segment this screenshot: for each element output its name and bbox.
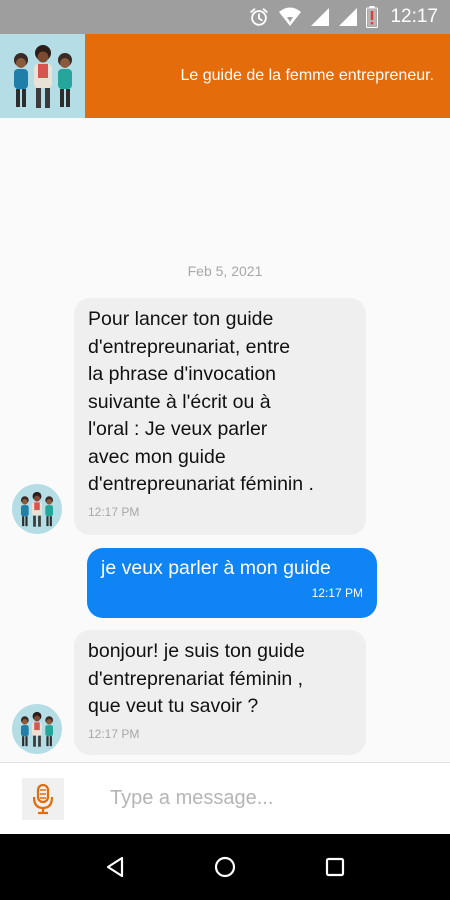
message-timestamp: 12:17 PM xyxy=(88,726,140,741)
home-icon xyxy=(214,856,236,878)
bot-avatar[interactable] xyxy=(12,704,62,754)
microphone-button[interactable] xyxy=(22,777,64,820)
signal-icon xyxy=(339,8,358,26)
date-separator: Feb 5, 2021 xyxy=(187,263,263,279)
group-of-women-icon xyxy=(20,711,54,747)
back-button[interactable] xyxy=(95,847,135,887)
group-of-women-icon xyxy=(13,45,72,108)
message-text: bonjour! je suis ton guide d'entreprenar… xyxy=(88,640,305,717)
signal-icon xyxy=(311,8,330,26)
incoming-message[interactable]: Pour lancer ton guide d'entrepreunariat,… xyxy=(74,298,366,535)
alarm-icon xyxy=(250,8,269,26)
microphone-icon xyxy=(32,783,54,814)
battery-alert-icon xyxy=(366,6,379,28)
outgoing-message[interactable]: je veux parler à mon guide 12:17 PM xyxy=(87,548,377,618)
header-title: Le guide de la femme entrepreneur. xyxy=(180,67,435,84)
status-bar: 12:17 xyxy=(0,0,450,34)
status-icons: 12:17 xyxy=(248,6,438,28)
message-timestamp: 12:17 PM xyxy=(88,504,140,519)
group-of-women-icon xyxy=(20,491,54,527)
recents-icon xyxy=(325,857,345,877)
wifi-icon xyxy=(279,7,302,26)
incoming-message[interactable]: bonjour! je suis ton guide d'entreprenar… xyxy=(74,630,366,755)
home-button[interactable] xyxy=(205,847,245,887)
app-header: Le guide de la femme entrepreneur. xyxy=(0,34,450,118)
chat-thread[interactable]: Feb 5, 2021 Pour lancer ton guide d'entr… xyxy=(0,118,450,762)
message-timestamp: 12:17 PM xyxy=(311,586,363,600)
message-composer xyxy=(0,762,450,834)
system-nav-bar xyxy=(0,834,450,900)
back-icon xyxy=(106,856,124,878)
status-time: 12:17 xyxy=(390,6,438,27)
message-text: je veux parler à mon guide xyxy=(101,557,331,579)
message-text: Pour lancer ton guide d'entrepreunariat,… xyxy=(88,308,314,495)
message-input[interactable] xyxy=(110,787,410,810)
recents-button[interactable] xyxy=(315,847,355,887)
bot-avatar[interactable] xyxy=(12,484,62,534)
header-avatar[interactable] xyxy=(0,34,85,118)
